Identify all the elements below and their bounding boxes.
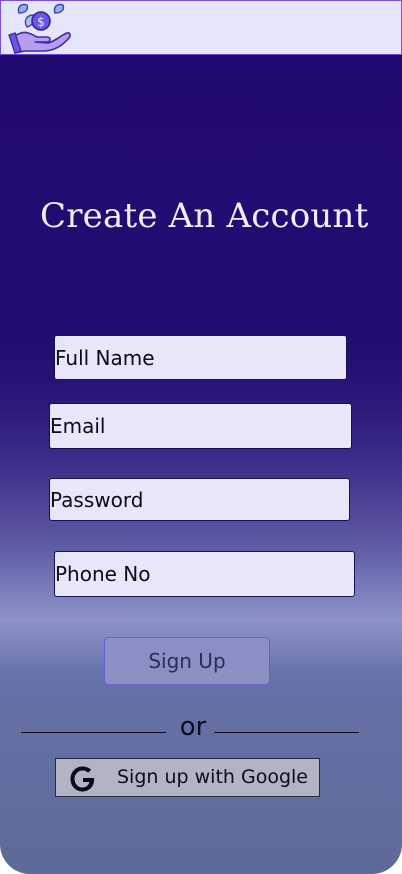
signup-panel (0, 55, 402, 874)
divider-line-left (21, 732, 166, 733)
top-bar: $ (0, 0, 402, 55)
google-g-icon (70, 766, 95, 792)
svg-text:$: $ (37, 15, 45, 29)
hand-coin-icon: $ (8, 3, 71, 54)
sign-up-button[interactable]: Sign Up (104, 637, 270, 685)
divider-or-text: or (179, 712, 207, 742)
page-title: Create An Account (40, 196, 369, 236)
google-signup-label: Sign up with Google (117, 766, 308, 788)
password-input[interactable]: Password (49, 478, 350, 521)
google-signup-button[interactable]: Sign up with Google (55, 758, 320, 797)
phone-input[interactable]: Phone No (54, 551, 355, 597)
full-name-input[interactable]: Full Name (54, 335, 347, 380)
divider-line-right (214, 732, 359, 733)
email-input[interactable]: Email (49, 403, 352, 449)
